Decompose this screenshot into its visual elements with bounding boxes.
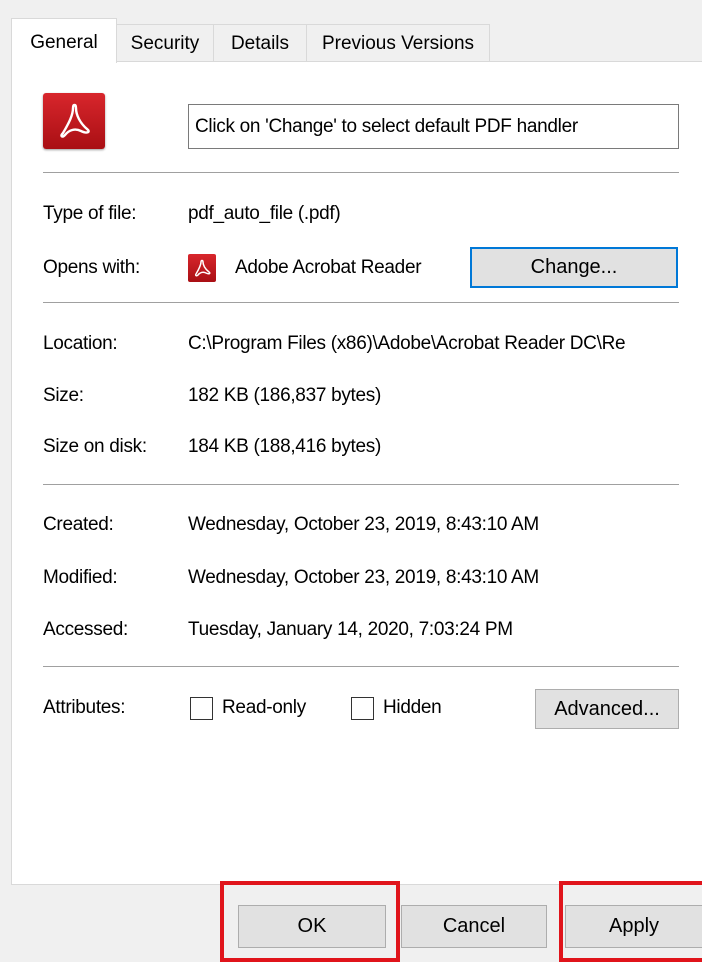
- cancel-button[interactable]: Cancel: [401, 905, 547, 948]
- accessed-label: Accessed:: [43, 619, 128, 640]
- modified-value: Wednesday, October 23, 2019, 8:43:10 AM: [188, 567, 539, 588]
- type-of-file-value: pdf_auto_file (.pdf): [188, 203, 341, 224]
- modified-label: Modified:: [43, 567, 118, 588]
- change-button[interactable]: Change...: [470, 247, 678, 288]
- accessed-value: Tuesday, January 14, 2020, 7:03:24 PM: [188, 619, 513, 640]
- advanced-button[interactable]: Advanced...: [535, 689, 679, 729]
- separator: [43, 484, 679, 485]
- size-label: Size:: [43, 385, 84, 406]
- opens-with-label: Opens with:: [43, 257, 141, 278]
- separator: [43, 666, 679, 667]
- size-on-disk-value: 184 KB (188,416 bytes): [188, 436, 382, 457]
- attributes-label: Attributes:: [43, 697, 126, 718]
- file-description-textbox[interactable]: Click on 'Change' to select default PDF …: [188, 104, 679, 149]
- read-only-label[interactable]: Read-only: [222, 697, 306, 719]
- separator: [43, 302, 679, 303]
- created-value: Wednesday, October 23, 2019, 8:43:10 AM: [188, 514, 539, 535]
- opens-with-value: Adobe Acrobat Reader: [235, 257, 422, 278]
- separator: [43, 172, 679, 173]
- hidden-checkbox[interactable]: [351, 697, 374, 720]
- acrobat-app-icon: [188, 254, 216, 282]
- type-of-file-label: Type of file:: [43, 203, 137, 224]
- apply-button[interactable]: Apply: [565, 905, 702, 948]
- size-value: 182 KB (186,837 bytes): [188, 385, 382, 406]
- location-value: C:\Program Files (x86)\Adobe\Acrobat Rea…: [188, 333, 626, 354]
- read-only-checkbox[interactable]: [190, 697, 213, 720]
- acrobat-pdf-icon: [43, 93, 105, 149]
- ok-button[interactable]: OK: [238, 905, 386, 948]
- size-on-disk-label: Size on disk:: [43, 436, 147, 457]
- created-label: Created:: [43, 514, 114, 535]
- location-label: Location:: [43, 333, 118, 354]
- hidden-label[interactable]: Hidden: [383, 697, 442, 719]
